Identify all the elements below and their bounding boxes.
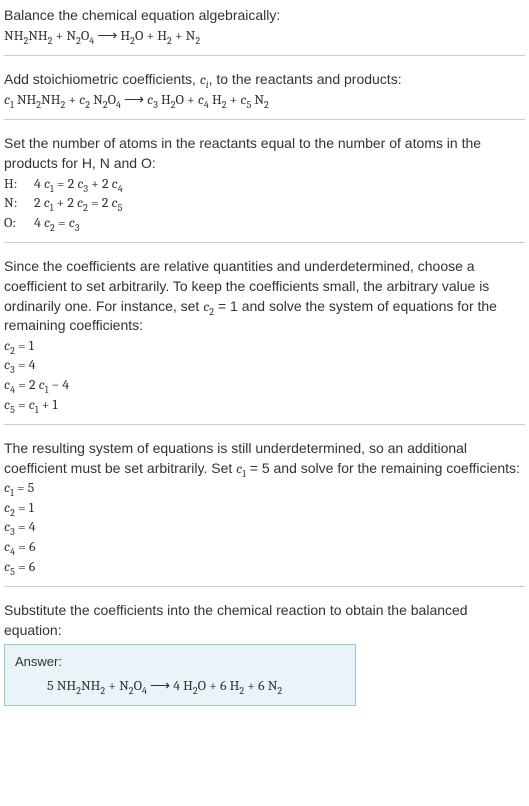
solve-second-text: The resulting system of equations is sti… <box>4 439 525 478</box>
eq-sub: 2 <box>277 684 282 696</box>
eq-text: N <box>251 91 264 108</box>
eq-text: − 4 <box>48 376 69 393</box>
eq-text: = 2 <box>88 194 112 211</box>
coeff-row: c5 = c1 + 1 <box>4 395 525 415</box>
coeff-row: c2 = 1 <box>4 498 525 518</box>
solve-first-text: Since the coefficients are relative quan… <box>4 257 525 335</box>
add-coeffs-text: Add stoichiometric coefficients, ci, to … <box>4 70 525 90</box>
eq-text: 2 <box>34 194 44 211</box>
balance-row-n: N:2 c1 + 2 c2 = 2 c5 <box>4 193 525 213</box>
eq-text: + N <box>52 27 76 44</box>
section-solve-first: Since the coefficients are relative quan… <box>4 257 525 425</box>
eq-text: NH <box>4 27 23 44</box>
eq-text: ⟶ <box>121 91 147 108</box>
element-label: N: <box>4 193 34 213</box>
balance-row-h: H:4 c1 = 2 c3 + 2 c4 <box>4 174 525 194</box>
section-intro: Balance the chemical equation algebraica… <box>4 6 525 56</box>
eq-text: + <box>65 91 79 108</box>
answer-intro-text: Substitute the coefficients into the che… <box>4 601 525 640</box>
eq-text: = 2 <box>15 376 39 393</box>
section-solve-second: The resulting system of equations is sti… <box>4 439 525 587</box>
eq-text: ⟶ H <box>94 27 130 44</box>
eq-text: O + 6 H <box>198 677 240 694</box>
eq-text: O + H <box>135 27 167 44</box>
eq-text: + <box>226 91 240 108</box>
eq-text: N <box>90 91 103 108</box>
document-root: Balance the chemical equation algebraica… <box>0 0 529 712</box>
eq-text: = 6 <box>15 558 36 575</box>
eq-text: + 6 N <box>244 677 277 694</box>
eq-text: NH <box>81 677 100 694</box>
eq-sub: 2 <box>195 34 200 46</box>
element-label: H: <box>4 174 34 194</box>
element-label: O: <box>4 213 34 233</box>
eq-text: H <box>209 91 222 108</box>
eq-text: NH <box>28 27 47 44</box>
text: , to the reactants and products: <box>209 71 402 87</box>
eq-text: O + <box>176 91 198 108</box>
eq-text: = <box>55 214 69 231</box>
eq-text: NH <box>41 91 60 108</box>
var-sub: 3 <box>75 222 80 234</box>
eq-text: + N <box>105 677 129 694</box>
eq-text: = 5 <box>14 479 35 496</box>
eq-text: = 4 <box>15 518 36 535</box>
section-answer: Substitute the coefficients into the che… <box>4 601 525 706</box>
section-add-coeffs: Add stoichiometric coefficients, ci, to … <box>4 70 525 120</box>
var-sub: 5 <box>118 202 123 214</box>
eq-text: = 1 <box>15 337 34 354</box>
eq-sub: 2 <box>264 99 269 111</box>
coeffs-equation: c1 NH2NH2 + c2 N2O4 ⟶ c3 H2O + c4 H2 + c… <box>4 90 525 110</box>
unbalanced-equation: NH2NH2 + N2O4 ⟶ H2O + H2 + N2 <box>4 26 525 46</box>
eq-text: ⟶ 4 H <box>147 677 193 694</box>
text: = 5 and solve for the remaining coeffici… <box>246 460 520 476</box>
coeff-row: c3 = 4 <box>4 355 525 375</box>
coeff-row: c3 = 4 <box>4 517 525 537</box>
eq-text: = 1 <box>15 499 34 516</box>
text: Add stoichiometric coefficients, <box>4 71 200 87</box>
eq-text: + N <box>172 27 196 44</box>
eq-text: H <box>158 91 171 108</box>
eq-text: = 2 <box>54 175 78 192</box>
balance-row-o: O:4 c2 = c3 <box>4 213 525 233</box>
var-c: ci <box>200 71 209 88</box>
eq-text: + 1 <box>39 396 58 413</box>
eq-text: 5 NH <box>47 677 76 694</box>
eq-text: 4 <box>34 175 44 192</box>
eq-text: = 4 <box>15 356 36 373</box>
answer-box: Answer: 5 NH2NH2 + N2O4 ⟶ 4 H2O + 6 H2 +… <box>4 644 356 706</box>
eq-text: + 2 <box>53 194 77 211</box>
eq-text: NH <box>14 91 37 108</box>
coeff-row: c4 = 2 c1 − 4 <box>4 375 525 395</box>
eq-text: O <box>81 27 89 44</box>
eq-text: 4 <box>34 214 44 231</box>
section-atom-balance: Set the number of atoms in the reactants… <box>4 134 525 243</box>
coeff-row: c5 = 6 <box>4 557 525 577</box>
eq-text: O <box>108 91 116 108</box>
eq-text: = 6 <box>15 538 36 555</box>
eq-text: O <box>134 677 142 694</box>
inline-eq: c2 <box>203 298 214 315</box>
coeff-row: c4 = 6 <box>4 537 525 557</box>
coeff-row: c2 = 1 <box>4 336 525 356</box>
atom-balance-text: Set the number of atoms in the reactants… <box>4 134 525 173</box>
balanced-equation: 5 NH2NH2 + N2O4 ⟶ 4 H2O + 6 H2 + 6 N2 <box>15 676 345 696</box>
eq-text: = <box>15 396 29 413</box>
intro-text: Balance the chemical equation algebraica… <box>4 6 525 26</box>
eq-text: + 2 <box>88 175 112 192</box>
answer-label: Answer: <box>15 653 345 671</box>
inline-eq: c1 <box>236 460 246 477</box>
coeff-row: c1 = 5 <box>4 478 525 498</box>
